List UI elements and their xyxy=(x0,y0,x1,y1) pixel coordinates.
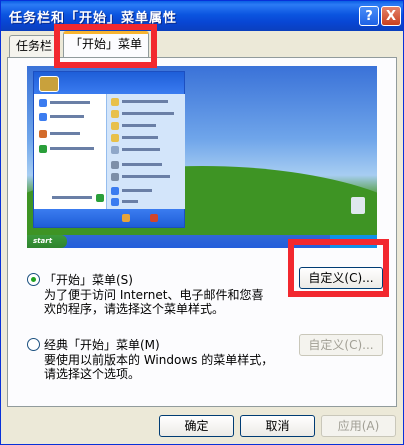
tour-icon xyxy=(39,145,47,153)
control-panel-icon xyxy=(111,161,119,169)
preview-all-programs xyxy=(52,196,92,199)
preview-menu-item xyxy=(122,189,152,192)
cancel-button[interactable]: 取消 xyxy=(240,415,315,437)
avatar xyxy=(39,76,59,92)
preview-menu-item xyxy=(50,101,90,104)
msn-icon xyxy=(39,130,47,138)
preview-start-button: start xyxy=(27,235,67,248)
shutdown-icon xyxy=(150,214,158,222)
folder-icon xyxy=(111,122,119,130)
preview-menu-item xyxy=(50,132,80,135)
folder-icon xyxy=(111,110,119,118)
preview-menu-item xyxy=(122,175,170,178)
arrow-right-icon xyxy=(96,194,104,202)
start-menu-preview: start xyxy=(27,66,377,248)
description-line: 为了便于访问 Internet、电子邮件和您喜 xyxy=(44,288,264,302)
email-icon xyxy=(39,113,47,121)
description-line: 欢的程序，请选择这个菜单样式。 xyxy=(44,302,225,316)
preview-menu-item xyxy=(122,100,168,103)
folder-icon xyxy=(111,98,119,106)
start-menu-description: 为了便于访问 Internet、电子邮件和您喜 欢的程序，请选择这个菜单样式。 xyxy=(44,288,263,316)
preview-menu-item xyxy=(50,115,84,118)
radio-selected-dot xyxy=(31,277,36,282)
description-line: 要使用以前版本的 Windows 的菜单样式， xyxy=(44,353,274,367)
classic-menu-label[interactable]: 经典「开始」菜单(M) xyxy=(44,336,160,353)
preview-menu-item xyxy=(122,112,174,115)
help-icon xyxy=(111,187,119,195)
help-button[interactable]: ? xyxy=(359,6,379,26)
start-menu-radio[interactable] xyxy=(27,273,40,286)
preview-menu-item xyxy=(122,124,156,127)
recycle-bin-icon xyxy=(351,197,365,214)
apply-button[interactable]: 应用(A) xyxy=(321,415,396,437)
preview-places-column xyxy=(106,94,185,209)
preview-menu-item xyxy=(122,163,162,166)
printer-icon xyxy=(111,173,119,181)
preview-menu-item xyxy=(122,148,160,151)
close-button[interactable]: X xyxy=(381,6,401,26)
annotation-button-highlight xyxy=(288,239,389,297)
description-line: 请选择这个选项。 xyxy=(44,367,141,381)
classic-menu-description: 要使用以前版本的 Windows 的菜单样式， 请选择这个选项。 xyxy=(44,353,273,381)
computer-icon xyxy=(111,146,119,154)
preview-user-header xyxy=(34,72,184,94)
classic-customize-button[interactable]: 自定义(C)... xyxy=(299,334,383,356)
classic-menu-radio[interactable] xyxy=(27,338,40,351)
tab-taskbar[interactable]: 任务栏 xyxy=(9,35,60,57)
folder-icon xyxy=(111,134,119,142)
properties-window: 任务栏和「开始」菜单属性 ? X 任务栏 「开始」菜单 start 「开始」菜单… xyxy=(0,0,404,445)
ok-button[interactable]: 确定 xyxy=(159,415,234,437)
search-icon xyxy=(111,198,119,206)
preview-logoff-bar xyxy=(34,209,184,227)
preview-menu-item xyxy=(50,147,94,150)
tab-panel: start 「开始」菜单(S) 为了便于访问 Internet、电子邮件和您喜 … xyxy=(7,57,397,407)
internet-icon xyxy=(39,99,47,107)
start-menu-label[interactable]: 「开始」菜单(S) xyxy=(44,271,133,288)
preview-start-menu xyxy=(33,71,185,228)
logoff-icon xyxy=(122,214,130,222)
preview-menu-item xyxy=(122,136,158,139)
annotation-tab-highlight xyxy=(54,24,157,68)
preview-menu-item xyxy=(122,200,138,203)
